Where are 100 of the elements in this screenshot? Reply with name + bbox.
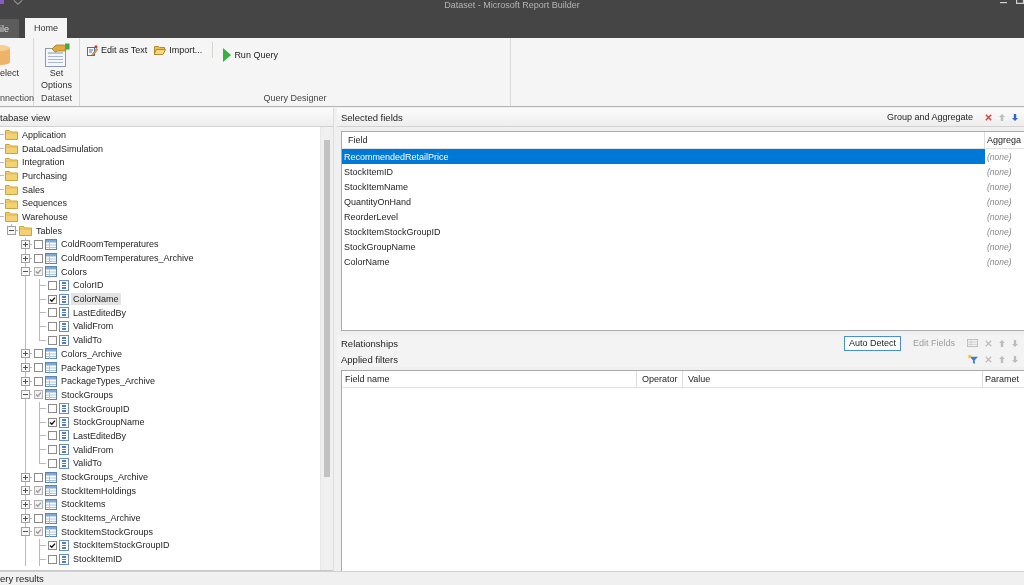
checkbox[interactable]	[34, 472, 43, 482]
checkbox[interactable]	[34, 390, 43, 400]
minus-box-icon[interactable]	[21, 267, 30, 277]
table-icon	[45, 512, 57, 524]
minimize-icon[interactable]	[1000, 0, 1007, 4]
scrollbar[interactable]	[320, 127, 333, 570]
table-cell[interactable]: RecommendedRetailPrice	[342, 149, 985, 165]
plus-box-icon[interactable]	[21, 472, 30, 482]
scrollbar-thumb[interactable]	[324, 140, 330, 477]
tree-item[interactable]: StockGroupName	[71, 416, 147, 429]
plus-box-icon[interactable]	[21, 349, 30, 359]
minus-box-icon[interactable]	[21, 527, 30, 537]
plus-box-icon[interactable]	[21, 486, 30, 496]
ribbon-tab[interactable]: ile	[0, 19, 19, 38]
tree-item[interactable]: Colors_Archive	[59, 347, 125, 360]
table-cell[interactable]: QuantityOnHand	[342, 194, 985, 210]
table-cell[interactable]: StockItemID	[342, 164, 985, 180]
plus-box-icon[interactable]	[21, 376, 30, 386]
close-icon[interactable]	[985, 113, 992, 121]
tree-item[interactable]: StockItems_Archive	[59, 512, 143, 525]
checkbox[interactable]	[34, 253, 43, 263]
tree-item[interactable]: StockGroupID	[71, 402, 132, 415]
down-arrow-icon[interactable]	[1012, 113, 1018, 121]
checkbox[interactable]	[34, 486, 43, 496]
table-cell[interactable]: StockItemName	[342, 179, 985, 195]
tree-item[interactable]: Warehouse	[20, 210, 70, 223]
checkbox[interactable]	[48, 554, 57, 564]
tree-item[interactable]: DataLoadSimulation	[20, 142, 106, 155]
tree-item[interactable]: StockItems	[59, 498, 108, 511]
maximize-icon[interactable]	[1016, 0, 1024, 4]
tree-item[interactable]: ColdRoomTemperatures_Archive	[59, 252, 196, 265]
tree-item[interactable]: StockItemID	[71, 553, 124, 566]
ribbon-tab[interactable]: Home	[25, 18, 68, 38]
checkbox[interactable]	[48, 404, 57, 414]
checkbox[interactable]	[48, 431, 57, 441]
checkbox[interactable]	[34, 527, 43, 537]
checkbox[interactable]	[48, 458, 57, 468]
tree-item[interactable]: ColdRoomTemperatures	[59, 238, 161, 251]
tree-item[interactable]: StockItemStockGroupID	[71, 539, 172, 552]
tree-item[interactable]: StockGroups_Archive	[59, 471, 151, 484]
tree-item[interactable]: StockGroups	[59, 388, 116, 401]
ribbon-button[interactable]: Set Options	[36, 42, 77, 91]
checkbox[interactable]	[48, 280, 57, 290]
table-cell[interactable]: ReorderLevel	[342, 209, 985, 225]
checkbox[interactable]	[48, 294, 57, 304]
plus-box-icon[interactable]	[21, 513, 30, 523]
tree-item[interactable]: Sales	[20, 183, 47, 196]
ribbon-button[interactable]: Edit as Text	[86, 42, 149, 58]
tree-item[interactable]: PackageTypes	[59, 361, 123, 374]
plus-box-icon[interactable]	[21, 239, 30, 249]
checkbox[interactable]	[48, 321, 57, 331]
plus-box-icon[interactable]	[21, 499, 30, 509]
minus-box-icon[interactable]	[21, 390, 30, 400]
column-icon	[59, 279, 69, 291]
tree-item[interactable]: StockItemStockGroups	[59, 525, 156, 538]
tree-item[interactable]: LastEditedBy	[71, 306, 129, 319]
tree-item[interactable]: Integration	[20, 156, 67, 169]
plus-box-icon[interactable]	[21, 363, 30, 373]
tree-item[interactable]: ValidTo	[71, 457, 104, 470]
toolbar-button[interactable]: Group and Aggregate	[881, 109, 978, 125]
filter-icon[interactable]	[967, 354, 978, 364]
checkbox[interactable]	[48, 335, 57, 345]
table-cell[interactable]: StockGroupName	[342, 239, 985, 255]
tree-item[interactable]: Tables	[34, 224, 64, 237]
tree-item[interactable]: ColorName	[71, 293, 121, 306]
folder-icon	[5, 170, 18, 182]
tree-item[interactable]: Colors	[59, 265, 89, 278]
checkbox[interactable]	[48, 417, 57, 427]
table-cell-text: (none)	[986, 210, 1013, 224]
minus-box-icon[interactable]	[7, 226, 16, 236]
tree-item[interactable]: ValidFrom	[71, 320, 116, 333]
edit-icon	[87, 44, 98, 56]
tree-item[interactable]: ValidTo	[71, 334, 104, 347]
ribbon-button[interactable]: Import...	[153, 42, 204, 58]
tree-item[interactable]: PackageTypes_Archive	[59, 375, 158, 388]
checkbox[interactable]	[48, 445, 57, 455]
ribbon-button[interactable]: Run Query	[222, 47, 279, 63]
checkbox[interactable]	[48, 308, 57, 318]
toolbar-button[interactable]: Auto Detect	[843, 335, 901, 351]
table-cell[interactable]: ColorName	[342, 254, 985, 270]
checkbox[interactable]	[34, 239, 43, 249]
ribbon-button[interactable]: elect	[0, 42, 19, 79]
panel-title: ery results	[0, 573, 44, 584]
checkbox[interactable]	[34, 267, 43, 277]
tree-item[interactable]: Application	[20, 128, 69, 141]
checkbox[interactable]	[34, 349, 43, 359]
checkbox[interactable]	[48, 540, 57, 550]
checkbox[interactable]	[34, 376, 43, 386]
tree-item[interactable]: ValidFrom	[71, 443, 116, 456]
tree-item[interactable]: Sequences	[20, 197, 70, 210]
plus-box-icon[interactable]	[21, 253, 30, 263]
chevron-icon[interactable]	[13, 0, 23, 5]
tree-item[interactable]: StockItemHoldings	[59, 484, 139, 497]
tree-item[interactable]: Purchasing	[20, 169, 70, 182]
tree-item[interactable]: ColorID	[71, 279, 106, 292]
checkbox[interactable]	[34, 513, 43, 523]
checkbox[interactable]	[34, 499, 43, 509]
tree-item[interactable]: LastEditedBy	[71, 429, 129, 442]
checkbox[interactable]	[34, 363, 43, 373]
table-cell[interactable]: StockItemStockGroupID	[342, 224, 985, 240]
